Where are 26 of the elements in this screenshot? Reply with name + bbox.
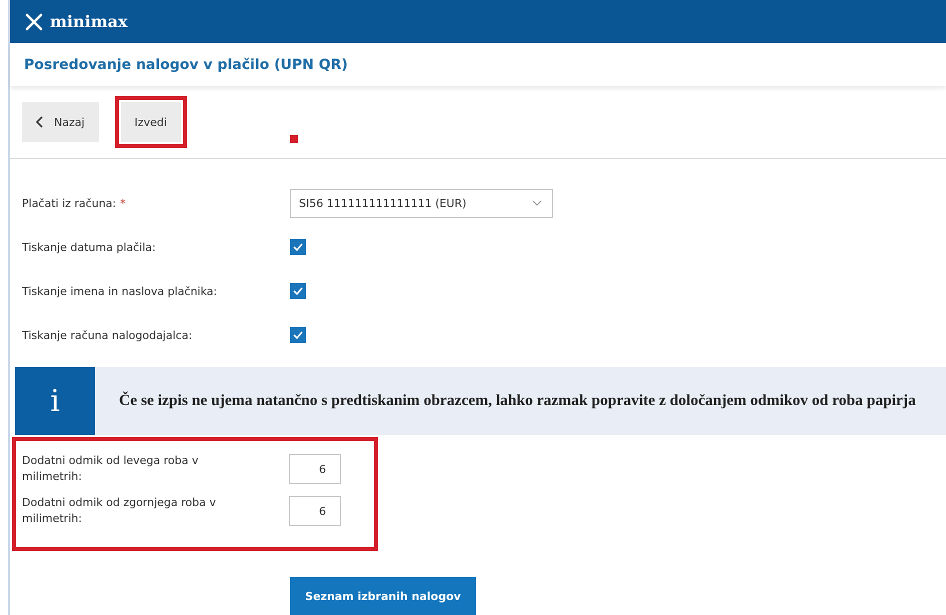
checkbox[interactable] — [290, 327, 306, 344]
list-orders-button[interactable]: Seznam izbranih nalogov — [290, 577, 476, 615]
info-icon: i — [15, 367, 95, 436]
app-logo: minimax — [50, 12, 128, 32]
account-select[interactable]: SI56 111111111111111 (EUR) — [290, 188, 553, 218]
checkbox[interactable] — [290, 239, 306, 256]
checkbox-label: Tiskanje datuma plačila: — [22, 240, 157, 254]
number-field[interactable]: 6 — [289, 454, 341, 484]
checkbox-label: Tiskanje računa nalogodajalca: — [22, 328, 194, 342]
logo-icon — [24, 12, 44, 31]
check-icon — [293, 331, 303, 340]
field-label: Dodatni odmik od levega roba v milimetrih: — [22, 453, 200, 486]
field-label: Dodatni odmik od zgornjega roba v milimetrih: — [22, 495, 217, 528]
check-icon — [293, 243, 303, 252]
chevron-left-icon — [36, 116, 44, 128]
chevron-down-icon — [532, 200, 542, 206]
check-icon — [293, 287, 303, 296]
run-button[interactable]: Izvedi — [120, 102, 181, 142]
back-button[interactable]: Nazaj — [22, 102, 99, 142]
page-title: Posredovanje nalogov v plačilo (UPN QR) — [24, 56, 348, 73]
checkbox-label: Tiskanje imena in naslova plačnika: — [22, 284, 218, 298]
field-label: Plačati iz računa: — [22, 196, 116, 210]
number-field[interactable]: 6 — [289, 496, 341, 526]
info-text: Če se izpis ne ujema natančno s predtiskanim obrazcem, lahko razmak popravite z določanjem odmikov od roba papirja — [119, 392, 916, 410]
checkbox[interactable] — [290, 283, 306, 300]
required-mark: * — [120, 196, 126, 210]
